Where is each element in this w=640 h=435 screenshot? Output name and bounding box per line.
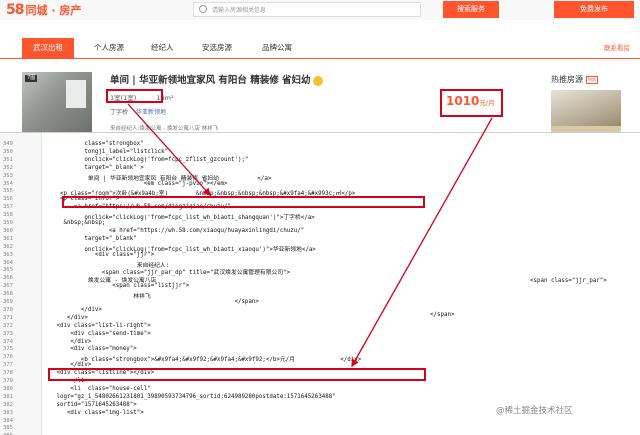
line-number: 375 [3, 346, 13, 353]
line-number: 361 [3, 235, 13, 242]
hot-title-text: 热推房源 [551, 75, 583, 84]
code-line: <div class="list-li-right"> [46, 322, 151, 329]
listing-title-text: 单间 | 华亚新领地宜家风 有阳台 精装修 省妇幼 [110, 75, 311, 86]
photo-count-tag: 7图 [25, 75, 38, 82]
code-line: target="_blank" [46, 235, 137, 242]
line-number: 373 [3, 330, 13, 337]
code-line: tongji_label="listclick" [46, 148, 169, 155]
agent-info: 来自经纪人:焕发公寓 - 焕发公寓八店 林祥飞 [110, 126, 219, 132]
code-line: <div class="send-time"> [46, 330, 151, 337]
line-number: 353 [3, 172, 13, 179]
code-line: onclick="clickLog('from=fcpc_zflist_gzco… [46, 156, 249, 163]
smile-icon [312, 75, 323, 86]
tab-safe-select[interactable]: 安选房源 [202, 38, 232, 58]
line-number: 351 [3, 156, 13, 163]
line-number: 370 [3, 306, 13, 313]
code-line: logr="gz_1_54802661231801_39890593734796… [46, 393, 336, 400]
logo-text: 同城 · 房产 [25, 3, 82, 17]
side-span-close: </span> [430, 312, 455, 318]
line-number: 360 [3, 227, 13, 234]
line-number: 363 [3, 251, 13, 258]
main-nav: 武汉出租 个人房源 经纪人 安选房源 品牌公寓 联系看房 [0, 38, 640, 58]
listing-title[interactable]: 单间 | 华亚新领地宜家风 有阳台 精装修 省妇幼 [110, 72, 323, 86]
search-button[interactable]: 搜索服务 [443, 1, 499, 18]
code-line: <em class="j-pvio"></em> [46, 180, 228, 187]
code-line: </span> [46, 299, 259, 305]
line-number: 381 [3, 393, 13, 400]
line-number: 350 [3, 148, 13, 155]
line-number: 369 [3, 299, 13, 305]
line-number: 367 [3, 283, 13, 290]
price-code-highlight-box [48, 368, 426, 381]
line-number: 349 [3, 141, 13, 147]
code-line: <div class="money"> [46, 346, 137, 353]
code-line: </div> [46, 338, 92, 345]
line-number: 374 [3, 338, 13, 345]
listing-thumbnail[interactable]: 7图 [22, 72, 92, 139]
code-line: <div class="img-list"> [46, 409, 144, 416]
line-number: 379 [3, 378, 13, 384]
line-number: 364 [3, 259, 13, 266]
top-header: 58 同城 · 房产 请输入房源相关信息 搜索服务 免费发布 [0, 0, 640, 20]
code-line: <li class="house-cell" [46, 385, 151, 392]
logo-number: 58 [6, 1, 25, 18]
line-number: 354 [3, 180, 13, 187]
line-number: 382 [3, 401, 13, 408]
search-input[interactable]: 请输入房源相关信息 [193, 2, 421, 17]
line-number: 366 [3, 275, 13, 282]
code-line: </div> [46, 314, 88, 321]
code-line: <div class="jjr"> [46, 251, 155, 258]
line-number: 362 [3, 243, 13, 250]
side-span-open: <span class="jjr_par"> [530, 278, 607, 284]
line-number: 356 [3, 196, 13, 203]
location-info: 丁字桥 华亚新领地 [110, 107, 166, 116]
watermark: @稀土掘金技术社区 [496, 406, 573, 416]
line-number: 377 [3, 362, 13, 369]
line-number: 371 [3, 314, 13, 321]
room-highlight-box [106, 89, 163, 103]
code-line: <span class="listjjr"> [46, 283, 190, 290]
code-line: </div> [46, 306, 102, 313]
contact-link[interactable]: 联系看房 [604, 38, 630, 58]
price-highlight-box [440, 89, 503, 117]
search-icon [199, 5, 207, 13]
line-number: 383 [3, 409, 13, 416]
source-code-panel: 349 350 351 352 353 354 355 356 357 358 359 360 361 3… [0, 132, 640, 435]
code-line: <a href="https://wh.58.com/xiaoqu/huayax… [46, 227, 305, 234]
tab-personal[interactable]: 个人房源 [94, 38, 124, 58]
line-number: 358 [3, 212, 13, 219]
site-logo[interactable]: 58 同城 · 房产 [6, 1, 81, 18]
code-line: class="strongbox" [46, 141, 144, 147]
tab-agent[interactable]: 经纪人 [151, 38, 174, 58]
line-number: 378 [3, 370, 13, 377]
line-number: 357 [3, 204, 13, 211]
line-number: 372 [3, 322, 13, 329]
line-number: 365 [3, 267, 13, 274]
line-number: 359 [3, 220, 13, 226]
publish-button[interactable]: 免费发布 [554, 1, 634, 18]
search-placeholder: 请输入房源相关信息 [212, 7, 267, 14]
code-line: <b class="strongbox">&#x9fa4;&#x9f92;&#x… [46, 357, 362, 364]
tab-wuhan-rent[interactable]: 武汉出租 [22, 38, 74, 58]
line-number-gutter: 349 350 351 352 353 354 355 356 357 358 359 360 361 3… [0, 133, 42, 435]
room-code-highlight-box [62, 196, 425, 208]
line-number: 385 [3, 425, 13, 432]
hot-listings-title: 热推房源 hot [551, 74, 599, 85]
code-line: target="_blank" > [46, 164, 144, 171]
code-line: &nbsp;&nbsp; [46, 220, 106, 226]
sub-community-link[interactable]: 华亚新领地 [136, 109, 166, 116]
line-number: 352 [3, 164, 13, 171]
line-number: 384 [3, 417, 13, 424]
code-line: sortid="1571645263488"> [46, 401, 137, 408]
line-number: 376 [3, 354, 13, 361]
window-image [66, 80, 86, 108]
line-number: 355 [3, 188, 13, 195]
line-number: 380 [3, 385, 13, 392]
hot-badge: hot [586, 75, 599, 84]
tab-brand-apartment[interactable]: 品牌公寓 [262, 38, 292, 58]
nav-underline [0, 58, 640, 59]
community-link[interactable]: 丁字桥 [110, 109, 128, 116]
line-number: 368 [3, 291, 13, 298]
